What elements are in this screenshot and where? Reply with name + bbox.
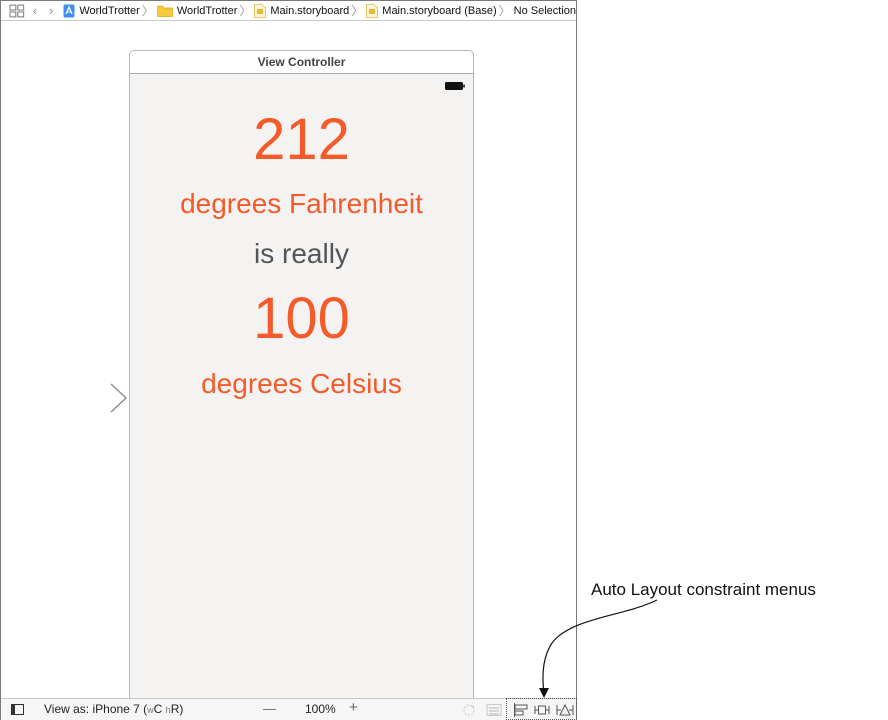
view-as-label: View as: iPhone 7 ( (44, 702, 148, 716)
align-constraints-icon[interactable] (513, 703, 529, 717)
view-as-device-button[interactable]: View as: iPhone 7 (wC hR) (44, 702, 183, 716)
fahrenheit-unit-label[interactable]: degrees Fahrenheit (130, 187, 473, 221)
xcode-project-icon (63, 4, 75, 17)
view-controller-scene[interactable]: 212 degrees Fahrenheit is really 100 deg… (129, 74, 474, 708)
breadcrumb-storyboard-base[interactable]: Main.storyboard (Base) (366, 3, 497, 18)
celsius-value-label[interactable]: 100 (130, 287, 473, 351)
initial-view-controller-arrow-icon[interactable] (37, 382, 129, 414)
xcode-editor-window: ‹ › WorldTrotter 〉 WorldTrotter 〉 Main.s… (0, 0, 577, 720)
back-chevron-icon[interactable]: ‹ (33, 4, 37, 17)
zoom-level: 100% (305, 702, 336, 716)
annotation-label: Auto Layout constraint menus (591, 580, 816, 599)
breadcrumb-label: Main.storyboard (Base) (382, 4, 497, 17)
related-items-grid-icon[interactable] (9, 4, 25, 18)
zoom-in-button[interactable]: + (349, 699, 358, 716)
breadcrumb-label: WorldTrotter (176, 4, 238, 17)
storyboard-file-icon (254, 3, 267, 18)
breadcrumb-label: Main.storyboard (270, 4, 350, 17)
folder-icon (157, 5, 173, 17)
jump-bar: ‹ › WorldTrotter 〉 WorldTrotter 〉 Main.s… (1, 1, 576, 21)
scene-title: View Controller (257, 55, 346, 69)
breadcrumb-label: No Selection (513, 4, 576, 17)
fahrenheit-value-label[interactable]: 212 (130, 108, 473, 172)
storyboard-file-icon (366, 3, 379, 18)
document-outline-toggle-icon[interactable] (11, 704, 24, 715)
breadcrumb-separator-icon: 〉 (498, 4, 511, 18)
canvas-bottom-bar: View as: iPhone 7 (wC hR) — 100% + (1, 698, 577, 720)
forward-chevron-icon[interactable]: › (49, 4, 53, 17)
is-really-label[interactable]: is really (130, 237, 473, 271)
resolve-auto-layout-issues-icon[interactable] (556, 703, 574, 717)
celsius-unit-label[interactable]: degrees Celsius (130, 367, 473, 401)
breadcrumb-project[interactable]: WorldTrotter (63, 4, 140, 18)
battery-icon (445, 82, 465, 90)
storyboard-canvas[interactable]: View Controller 212 degrees Fahrenheit i… (1, 21, 576, 708)
size-class-c: C (153, 702, 166, 716)
breadcrumb-storyboard[interactable]: Main.storyboard (254, 3, 350, 18)
breadcrumb-selection[interactable]: No Selection (514, 5, 576, 17)
size-class-r: R) (170, 702, 184, 716)
breadcrumb-separator-icon: 〉 (239, 4, 252, 18)
breadcrumb-separator-icon: 〉 (141, 4, 154, 18)
add-new-constraints-icon[interactable] (534, 703, 550, 717)
breadcrumb-label: WorldTrotter (79, 4, 140, 17)
breadcrumb-separator-icon: 〉 (351, 4, 364, 18)
zoom-out-button[interactable]: — (263, 701, 276, 716)
breadcrumb-group[interactable]: WorldTrotter (157, 4, 238, 17)
embed-in-stack-icon[interactable] (486, 703, 502, 717)
update-frames-icon[interactable] (462, 703, 476, 717)
scene-dock-title[interactable]: View Controller (129, 50, 474, 74)
callout-arrow-icon (539, 599, 658, 698)
